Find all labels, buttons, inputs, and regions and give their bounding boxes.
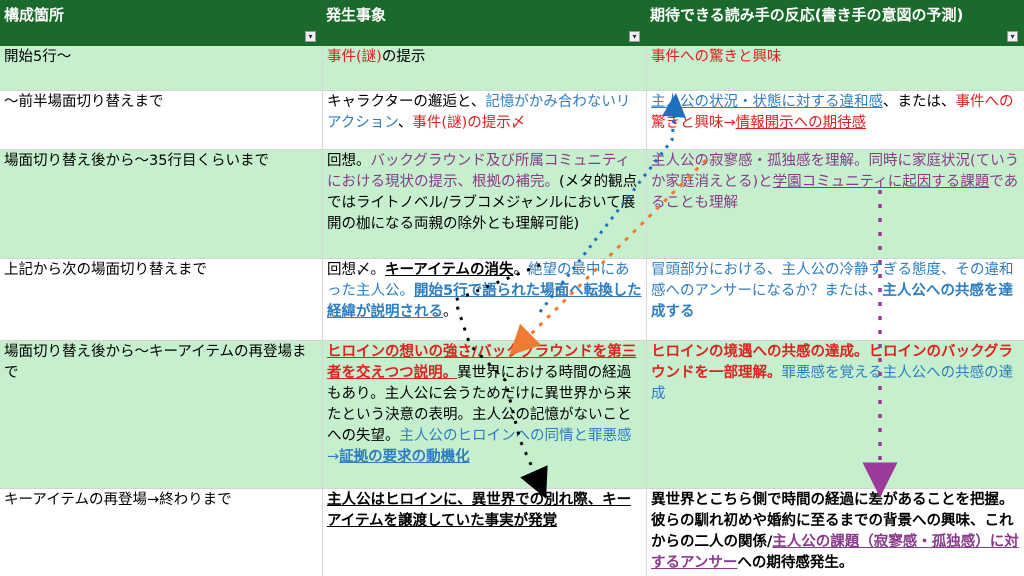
- cell-reaction[interactable]: 冒頭部分における、主人公の冷静すぎる態度、その違和感へのアンサーになるか？または…: [646, 259, 1024, 340]
- text-segment: キーアイテムの消失: [385, 262, 514, 278]
- cell-event[interactable]: キャラクターの邂逅と、記憶がかみ合わないリアクション、事件(謎)の提示〆: [322, 91, 646, 149]
- text-segment: 主人公の状況・状態に対する違和感: [651, 94, 883, 110]
- cell-event[interactable]: 事件(謎)の提示: [322, 46, 646, 90]
- text-segment: 学園コミュニティに起因する課題: [772, 174, 990, 190]
- text-segment: 証拠の要求の動機化: [339, 449, 470, 465]
- text-segment: 。: [513, 262, 528, 278]
- text-segment: 事件(謎)の提示〆: [412, 115, 526, 131]
- cell-section[interactable]: 場面切り替え後から〜35行目くらいまで: [0, 150, 322, 258]
- text-segment: 主人公はヒロインに、異世界での別れ際、キーアイテムを譲渡していた事実が発覚: [327, 492, 632, 529]
- header-cell-event[interactable]: 発生事象 ▾: [322, 0, 646, 46]
- filter-dropdown-icon[interactable]: ▾: [305, 31, 316, 42]
- text-segment: 、: [397, 115, 413, 131]
- cell-section[interactable]: 場面切り替え後から〜キーアイテムの再登場まで: [0, 341, 322, 488]
- table-row: 場面切り替え後から〜キーアイテムの再登場まで ヒロインの想いの強さ/バックグラウ…: [0, 341, 1024, 489]
- text-segment: 事件(謎): [327, 49, 382, 65]
- cell-section[interactable]: 開始5行〜: [0, 46, 322, 90]
- header-label-event: 発生事象: [326, 6, 387, 24]
- header-cell-reaction[interactable]: 期待できる読み手の反応(書き手の意図の予測) ▾: [646, 0, 1024, 46]
- cell-section[interactable]: 〜前半場面切り替えまで: [0, 91, 322, 149]
- text-segment: 回想。: [327, 153, 371, 169]
- text-segment: 事件への驚きと興味: [651, 49, 782, 65]
- cell-section[interactable]: 上記から次の場面切り替えまで: [0, 259, 322, 340]
- text-segment: キャラクターの邂逅と、: [327, 94, 486, 110]
- cell-reaction[interactable]: ヒロインの境遇への共感の達成。ヒロインのバックグラウンドを一部理解。罪悪感を覚え…: [646, 341, 1024, 488]
- cell-event[interactable]: ヒロインの想いの強さ/バックグラウンドを第三者を交えつつ説明。異世界における時間…: [322, 341, 646, 488]
- cell-reaction[interactable]: 事件への驚きと興味: [646, 46, 1024, 90]
- cell-event[interactable]: 回想。バックグラウンド及び所属コミュニティにおける現状の提示、根拠の補完。(メタ…: [322, 150, 646, 258]
- text-segment: の提示: [381, 49, 426, 65]
- header-cell-section[interactable]: 構成箇所 ▾: [0, 0, 322, 46]
- cell-reaction[interactable]: 主人公の寂寥感・孤独感を理解。同時に家庭状況(ていうか家庭消えとる)と学園コミュ…: [646, 150, 1024, 258]
- table-row: 上記から次の場面切り替えまで 回想〆。キーアイテムの消失。絶望の最中にあった主人…: [0, 259, 1024, 341]
- text-segment: 、または、: [883, 94, 956, 110]
- text-segment: 情報開示への期待感: [735, 115, 867, 131]
- text-segment: 。: [443, 304, 458, 320]
- table-row: 〜前半場面切り替えまで キャラクターの邂逅と、記憶がかみ合わないリアクション、事…: [0, 91, 1024, 150]
- spreadsheet-grid: 構成箇所 ▾ 発生事象 ▾ 期待できる読み手の反応(書き手の意図の予測) ▾ 開…: [0, 0, 1024, 576]
- header-label-section: 構成箇所: [4, 6, 65, 24]
- cell-section[interactable]: キーアイテムの再登場→終わりまで: [0, 489, 322, 576]
- filter-dropdown-icon[interactable]: ▾: [629, 31, 640, 42]
- table-row: 場面切り替え後から〜35行目くらいまで 回想。バックグラウンド及び所属コミュニテ…: [0, 150, 1024, 259]
- text-segment: への期待感発生。: [737, 555, 854, 571]
- cell-reaction[interactable]: 異世界とこちら側で時間の経過に差があることを把握。彼らの馴れ初めや婚約に至るまで…: [646, 489, 1024, 576]
- filter-dropdown-icon[interactable]: ▾: [1007, 31, 1018, 42]
- table-row: キーアイテムの再登場→終わりまで 主人公はヒロインに、異世界での別れ際、キーアイ…: [0, 489, 1024, 576]
- cell-event[interactable]: 回想〆。キーアイテムの消失。絶望の最中にあった主人公。開始5行で語られた場面へ転…: [322, 259, 646, 340]
- cell-event[interactable]: 主人公はヒロインに、異世界での別れ際、キーアイテムを譲渡していた事実が発覚: [322, 489, 646, 576]
- cell-reaction[interactable]: 主人公の状況・状態に対する違和感、または、事件への驚きと興味→情報開示への期待感: [646, 91, 1024, 149]
- header-label-reaction: 期待できる読み手の反応(書き手の意図の予測): [650, 6, 964, 24]
- table-row: 開始5行〜 事件(謎)の提示 事件への驚きと興味: [0, 46, 1024, 91]
- text-segment: 回想〆。: [327, 262, 385, 278]
